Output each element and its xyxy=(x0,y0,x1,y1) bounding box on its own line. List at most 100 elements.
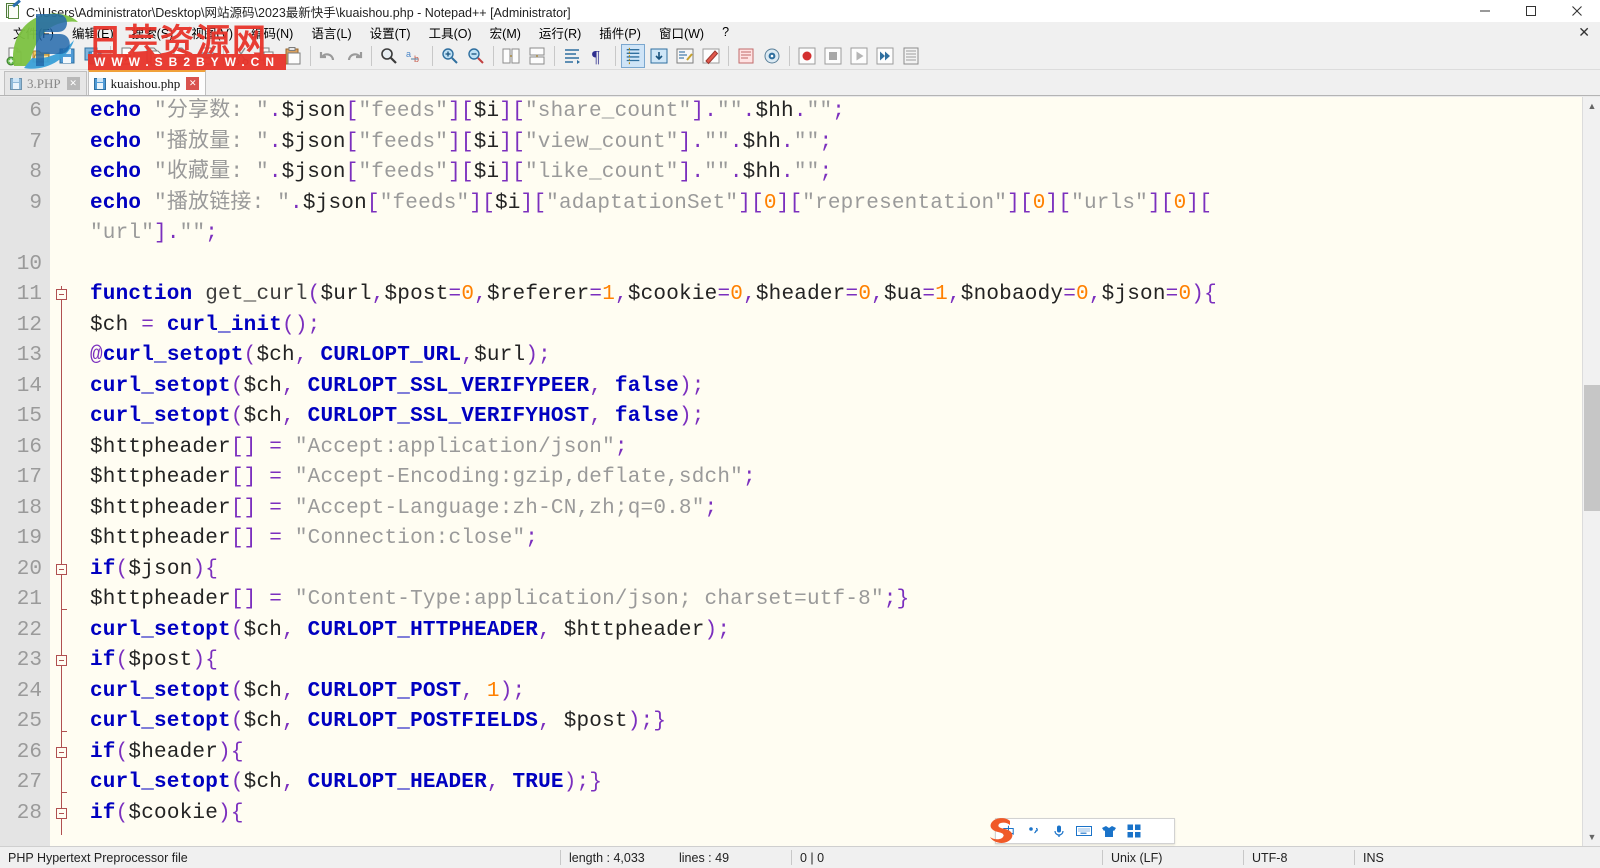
code-line[interactable]: echo "分享数: ".$json["feeds"][$i]["share_c… xyxy=(72,97,1600,128)
code-line[interactable]: @curl_setopt($ch, CURLOPT_URL,$url); xyxy=(72,341,1600,372)
close-file-icon[interactable] xyxy=(116,44,140,68)
save-session-icon[interactable] xyxy=(168,44,192,68)
tab-close-icon[interactable]: ✕ xyxy=(66,77,80,90)
minimize-button[interactable] xyxy=(1462,0,1508,22)
code-editor[interactable]: echo "分享数: ".$json["feeds"][$i]["share_c… xyxy=(72,97,1600,846)
close-document-button[interactable]: ✕ xyxy=(1578,24,1590,41)
code-line[interactable]: curl_setopt($ch, CURLOPT_HTTPHEADER, $ht… xyxy=(72,616,1600,647)
scrollbar-thumb[interactable] xyxy=(1584,385,1600,511)
tab-close-icon[interactable]: ✕ xyxy=(186,77,200,90)
play-macro-icon[interactable] xyxy=(847,44,871,68)
code-line[interactable]: $httpheader[] = "Content-Type:applicatio… xyxy=(72,585,1600,616)
code-token: CURLOPT_HEADER xyxy=(307,771,487,794)
punctuation-mode-icon[interactable] xyxy=(1021,819,1046,843)
print-icon[interactable] xyxy=(194,44,218,68)
fold-collapse-box[interactable] xyxy=(56,563,67,575)
word-wrap-icon[interactable] xyxy=(560,44,584,68)
fold-collapse-box[interactable] xyxy=(56,807,67,819)
code-line[interactable]: echo "播放链接: ".$json["feeds"][$i]["adapta… xyxy=(72,189,1600,220)
fold-collapse-box[interactable] xyxy=(56,655,67,666)
open-file-icon[interactable] xyxy=(29,44,53,68)
scroll-down-arrow[interactable]: ▼ xyxy=(1583,828,1600,846)
code-content[interactable]: echo "分享数: ".$json["feeds"][$i]["share_c… xyxy=(72,97,1600,829)
highlight-pen-icon[interactable] xyxy=(699,44,723,68)
tab-kuaishou-php[interactable]: kuaishou.php ✕ xyxy=(87,69,207,95)
record-macro-icon[interactable] xyxy=(795,44,819,68)
line-number: 26 xyxy=(16,740,42,764)
save-all-icon[interactable] xyxy=(81,44,105,68)
menu-tools[interactable]: 工具(O) xyxy=(420,21,481,44)
tab-3-php[interactable]: 3.PHP ✕ xyxy=(4,71,87,95)
maximize-button[interactable] xyxy=(1508,0,1554,22)
code-line[interactable]: echo "播放量: ".$json["feeds"][$i]["view_co… xyxy=(72,128,1600,159)
code-line[interactable]: echo "收藏量: ".$json["feeds"][$i]["like_co… xyxy=(72,158,1600,189)
scroll-up-arrow[interactable]: ▲ xyxy=(1583,97,1600,115)
menu-encoding[interactable]: 编码(N) xyxy=(242,21,302,44)
menu-view[interactable]: 视图(V) xyxy=(182,21,242,44)
show-all-characters-icon[interactable]: ¶ xyxy=(586,44,610,68)
menu-settings[interactable]: 设置(T) xyxy=(361,21,420,44)
new-file-icon[interactable] xyxy=(3,44,27,68)
sync-horizontal-scrolling-icon[interactable] xyxy=(525,44,549,68)
function-list-icon[interactable] xyxy=(760,44,784,68)
code-line[interactable]: curl_setopt($ch, CURLOPT_POST, 1); xyxy=(72,677,1600,708)
skin-icon[interactable] xyxy=(1096,819,1121,843)
close-all-icon[interactable] xyxy=(142,44,166,68)
code-line[interactable]: if($json){ xyxy=(72,555,1600,586)
undo-icon[interactable] xyxy=(316,44,340,68)
code-line[interactable]: function get_curl($url,$post=0,$referer=… xyxy=(72,280,1600,311)
menu-plugins[interactable]: 插件(P) xyxy=(590,21,650,44)
code-line[interactable]: $httpheader[] = "Accept-Encoding:gzip,de… xyxy=(72,463,1600,494)
menu-language[interactable]: 语言(L) xyxy=(302,21,360,44)
menu-macro[interactable]: 宏(M) xyxy=(481,21,530,44)
menu-edit[interactable]: 编辑(E) xyxy=(63,21,123,44)
code-line[interactable]: $httpheader[] = "Accept:application/json… xyxy=(72,433,1600,464)
paste-icon[interactable] xyxy=(281,44,305,68)
code-line[interactable]: if($cookie){ xyxy=(72,799,1600,830)
copy-icon[interactable] xyxy=(255,44,279,68)
indent-guideline-icon[interactable] xyxy=(621,43,645,68)
code-line[interactable]: $httpheader[] = "Accept-Language:zh-CN,z… xyxy=(72,494,1600,525)
code-line[interactable]: "url"].""; xyxy=(72,219,1600,250)
code-line[interactable]: $ch = curl_init(); xyxy=(72,311,1600,342)
sogou-ime-bar[interactable]: 中 xyxy=(990,818,1175,844)
save-macro-icon[interactable] xyxy=(899,44,923,68)
save-icon[interactable] xyxy=(55,44,79,68)
code-line[interactable]: curl_setopt($ch, CURLOPT_POSTFIELDS, $po… xyxy=(72,707,1600,738)
stop-macro-icon[interactable] xyxy=(821,44,845,68)
voice-input-icon[interactable] xyxy=(1046,819,1071,843)
toolbox-icon[interactable] xyxy=(1121,819,1146,843)
code-token: $json xyxy=(302,191,367,215)
redo-icon[interactable] xyxy=(342,44,366,68)
document-map-icon[interactable] xyxy=(734,44,758,68)
user-defined-dialog-icon[interactable] xyxy=(673,44,697,68)
code-folding-margin[interactable] xyxy=(50,97,72,846)
close-button[interactable] xyxy=(1554,0,1600,22)
code-line[interactable]: if($header){ xyxy=(72,738,1600,769)
code-line[interactable]: curl_setopt($ch, CURLOPT_HEADER, TRUE);} xyxy=(72,768,1600,799)
sogou-logo-icon[interactable] xyxy=(984,815,1018,847)
menu-search[interactable]: 搜索(S) xyxy=(123,21,183,44)
sync-vertical-scrolling-icon[interactable] xyxy=(499,44,523,68)
play-multiple-macro-icon[interactable] xyxy=(873,44,897,68)
menu-run[interactable]: 运行(R) xyxy=(530,21,590,44)
zoom-out-icon[interactable] xyxy=(464,44,488,68)
menu-window[interactable]: 窗口(W) xyxy=(650,21,713,44)
soft-keyboard-icon[interactable] xyxy=(1071,819,1096,843)
fold-collapse-box[interactable] xyxy=(56,746,67,758)
code-line[interactable]: curl_setopt($ch, CURLOPT_SSL_VERIFYHOST,… xyxy=(72,402,1600,433)
vertical-scrollbar[interactable]: ▲ ▼ xyxy=(1582,97,1600,846)
code-line[interactable]: $httpheader[] = "Connection:close"; xyxy=(72,524,1600,555)
show-ui-icon[interactable] xyxy=(647,44,671,68)
code-line[interactable] xyxy=(72,250,1600,281)
replace-icon[interactable]: a b xyxy=(403,44,427,68)
fold-collapse-box[interactable] xyxy=(56,289,67,300)
menu-help[interactable]: ? xyxy=(713,23,738,41)
code-token: ( xyxy=(115,649,129,672)
code-line[interactable]: curl_setopt($ch, CURLOPT_SSL_VERIFYPEER,… xyxy=(72,372,1600,403)
menu-file[interactable]: 文件(F) xyxy=(4,21,63,44)
zoom-in-icon[interactable] xyxy=(438,44,462,68)
cut-icon[interactable] xyxy=(229,44,253,68)
code-line[interactable]: if($post){ xyxy=(72,646,1600,677)
find-icon[interactable] xyxy=(377,44,401,68)
